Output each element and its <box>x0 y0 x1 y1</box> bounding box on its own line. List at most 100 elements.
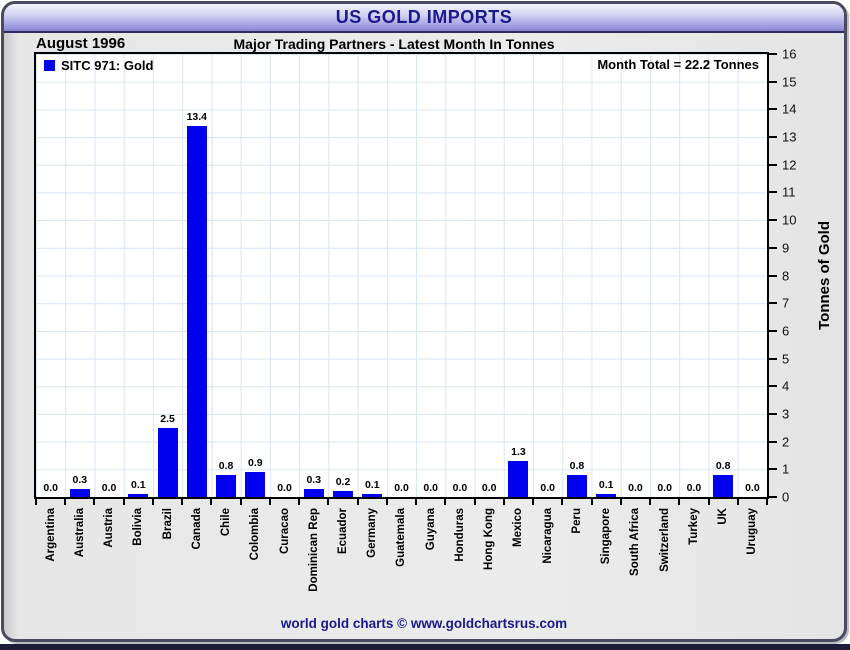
x-label-ecuador: Ecuador <box>337 508 349 555</box>
bars-layer: 0.0 0.3 0.0 0.1 2.5 13.4 0.8 0.9 0.0 0.3 0.2 0.1 0.0… <box>36 54 767 497</box>
page-title: US GOLD IMPORTS <box>335 7 513 27</box>
y-tick-label: 5 <box>782 351 790 367</box>
bar-value-label: 0.8 <box>715 459 731 472</box>
legend-color-swatch-icon <box>44 60 55 71</box>
x-label-uk: UK <box>717 508 730 525</box>
y-tick-mark <box>769 468 777 471</box>
x-label-canada: Canada <box>190 508 203 550</box>
bar-brazil <box>157 427 178 497</box>
x-tick-mark <box>561 499 564 505</box>
y-axis-title-text: Tonnes of Gold <box>815 221 833 330</box>
y-tick-mark <box>769 496 777 498</box>
bar-value-label: 2.5 <box>160 412 175 425</box>
y-tick-label: 0 <box>782 489 790 505</box>
y-tick-mark <box>769 357 777 360</box>
bar-bolivia <box>128 494 149 497</box>
x-label-nicaragua: Nicaragua <box>541 508 554 564</box>
x-tick-mark <box>502 499 505 505</box>
x-label-brazil: Brazil <box>161 508 174 540</box>
bar-value-label: 0.0 <box>745 482 760 494</box>
bar-value-label: 1.3 <box>511 446 526 459</box>
x-tick-mark <box>239 499 242 505</box>
x-tick-mark <box>707 499 710 505</box>
x-tick-mark <box>532 499 535 505</box>
y-tick-mark <box>769 440 777 443</box>
x-tick-mark <box>385 499 388 505</box>
y-tick-mark <box>769 53 777 55</box>
bar-singapore <box>596 494 617 497</box>
legend: SITC 971: Gold <box>44 58 153 73</box>
bar-value-label: 0.0 <box>481 482 497 494</box>
y-tick-mark <box>769 246 777 249</box>
x-axis-ticks <box>34 499 769 506</box>
y-tick-label: 14 <box>782 101 797 117</box>
y-tick-label: 4 <box>782 378 790 394</box>
y-tick-label: 10 <box>782 212 797 228</box>
y-tick-mark <box>769 274 777 277</box>
y-tick-mark <box>769 108 777 111</box>
bar-australia <box>69 488 90 497</box>
x-axis-labels: Argentina Australia Austria Bolivia Brazil Ca… <box>34 508 769 620</box>
y-tick-label: 12 <box>782 157 797 173</box>
y-tick-mark <box>769 219 777 222</box>
x-tick-mark <box>35 499 37 505</box>
legend-label: SITC 971: Gold <box>61 58 154 73</box>
bar-uk <box>713 474 734 497</box>
y-tick-label: 16 <box>782 46 797 62</box>
x-tick-mark <box>268 499 271 505</box>
x-tick-mark <box>649 499 652 505</box>
x-tick-mark <box>298 499 301 505</box>
y-tick-label: 15 <box>782 74 797 90</box>
y-tick-label: 2 <box>782 434 790 450</box>
x-label-germany: Germany <box>366 508 379 558</box>
x-label-singapore: Singapore <box>600 508 613 565</box>
y-tick-mark <box>769 80 777 83</box>
y-tick-label: 11 <box>782 184 796 200</box>
x-label-argentina: Argentina <box>44 508 57 562</box>
y-tick-mark <box>769 191 777 194</box>
bar-value-label: 13.4 <box>186 111 208 123</box>
bar-value-label: 0.1 <box>131 479 146 492</box>
y-tick-label: 7 <box>782 295 790 311</box>
bar-dominican-rep <box>303 488 324 497</box>
bar-value-label: 0.8 <box>569 459 585 472</box>
x-label-honduras: Honduras <box>453 508 466 562</box>
month-total-annotation: Month Total = 22.2 Tonnes <box>597 57 759 72</box>
x-label-chile: Chile <box>220 508 233 537</box>
x-label-switzerland: Switzerland <box>658 508 671 572</box>
y-tick-mark <box>769 329 777 332</box>
x-tick-mark <box>590 499 593 505</box>
bottom-edge-bar <box>0 644 850 650</box>
bar-peru <box>566 474 587 497</box>
y-tick-label: 3 <box>782 406 790 422</box>
x-label-turkey: Turkey <box>687 508 700 545</box>
x-tick-mark <box>619 499 622 505</box>
bar-value-label: 0.0 <box>540 482 555 494</box>
x-tick-mark <box>736 499 739 505</box>
x-tick-mark <box>122 499 125 505</box>
y-tick-mark <box>769 385 777 388</box>
x-label-dominican-rep: Dominican Rep <box>307 508 320 592</box>
y-tick-mark <box>769 412 777 415</box>
x-label-colombia: Colombia <box>249 508 262 561</box>
x-tick-mark <box>181 499 184 505</box>
x-tick-mark <box>327 499 330 505</box>
x-label-peru: Peru <box>570 508 583 534</box>
y-tick-label: 1 <box>782 461 790 477</box>
chart-window: US GOLD IMPORTS August 1996 Major Tradin… <box>1 1 847 642</box>
x-label-curacao: Curacao <box>278 508 291 555</box>
x-tick-mark <box>210 499 213 505</box>
y-tick-label: 13 <box>782 129 797 145</box>
bar-colombia <box>245 472 266 497</box>
x-tick-mark <box>444 499 447 505</box>
bar-canada <box>186 126 207 497</box>
x-tick-mark <box>473 499 476 505</box>
bar-value-label: 0.9 <box>247 457 263 470</box>
chart-subtitle: Major Trading Partners - Latest Month In… <box>233 36 555 52</box>
x-tick-mark <box>766 499 768 505</box>
bar-mexico <box>508 461 529 497</box>
x-tick-mark <box>64 499 67 505</box>
x-label-south-africa: South Africa <box>629 508 642 576</box>
y-tick-mark <box>769 163 777 166</box>
x-label-guatemala: Guatemala <box>395 508 408 567</box>
